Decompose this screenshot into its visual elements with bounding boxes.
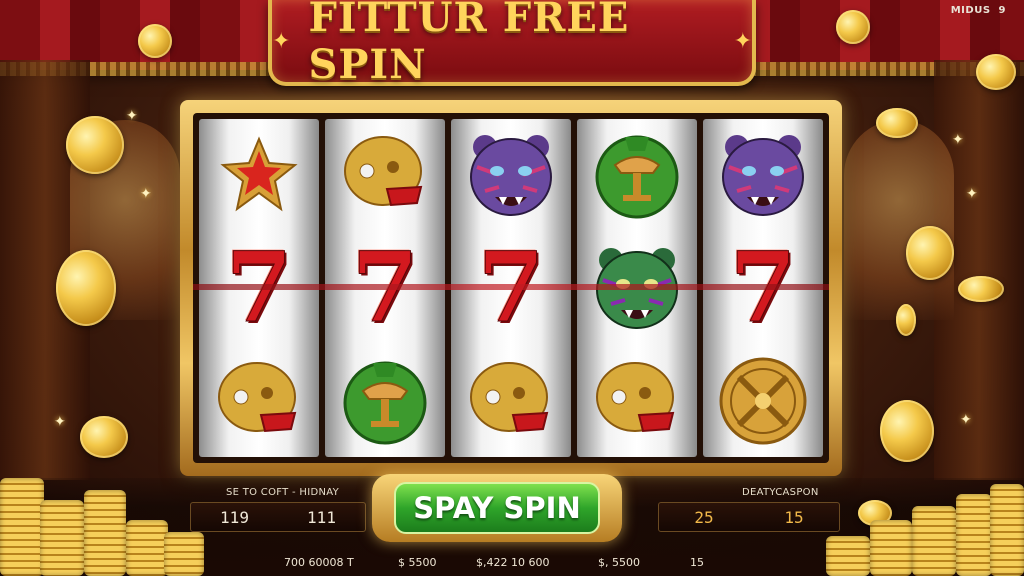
coin-stack-icon	[912, 506, 956, 576]
gold-coin-icon	[138, 24, 172, 58]
corner-badge-number: 9	[998, 5, 1006, 16]
gold-coin-icon	[66, 116, 124, 174]
gold-coin-icon	[976, 54, 1016, 90]
stat-balance: $, 5500	[598, 556, 640, 569]
gold-coin-icon	[876, 108, 918, 138]
gold-skull-helmet-icon	[465, 355, 557, 447]
left-value-2: 111	[307, 507, 336, 527]
coin-stack-icon	[84, 490, 126, 576]
gold-crest-icon	[717, 355, 809, 447]
gold-coin-icon	[906, 226, 954, 280]
sparkle-icon: ✦	[126, 108, 138, 124]
right-panel-label: DEATYCASPON	[742, 487, 819, 498]
sparkle-icon: ✦	[140, 186, 152, 202]
title-banner: ✦ FITTUR FREE SPIN ✦	[268, 0, 756, 88]
spin-button[interactable]: SPAY SPIN	[394, 482, 600, 534]
coin-stack-icon	[826, 536, 870, 576]
coin-stack-icon	[990, 484, 1024, 576]
stat-lines: 15	[690, 556, 704, 569]
coin-stack-icon	[0, 478, 44, 576]
banner-star-icon: ✦	[733, 28, 752, 54]
green-emblem-icon	[339, 355, 431, 447]
payline-marker	[193, 284, 829, 290]
gold-coin-icon	[80, 416, 128, 458]
corner-badge: MIDUS 9	[951, 5, 1006, 16]
sparkle-icon: ✦	[966, 186, 978, 202]
coin-stack-icon	[40, 500, 84, 576]
purple-tiger-icon	[465, 129, 557, 221]
stat-total: 700 60008 T	[284, 556, 354, 569]
coin-stack-icon	[126, 520, 168, 576]
gold-skull-helmet-icon	[591, 355, 683, 447]
stat-win: $,422 10 600	[476, 556, 550, 569]
sparkle-icon: ✦	[54, 414, 66, 430]
star-badge-icon	[213, 129, 305, 221]
coin-stack-icon	[870, 520, 912, 576]
right-value-2: 15	[784, 507, 804, 527]
sparkle-icon: ✦	[960, 412, 972, 428]
corner-badge-label: MIDUS	[950, 5, 991, 16]
game-title: FITTUR FREE SPIN	[308, 0, 630, 88]
gold-skull-helmet-icon	[213, 355, 305, 447]
gold-coin-icon	[56, 250, 116, 326]
stat-bet: $ 5500	[398, 556, 437, 569]
banner-star-icon: ✦	[272, 28, 291, 54]
sparkle-icon: ✦	[952, 132, 964, 148]
coin-stack-icon	[956, 494, 992, 576]
left-value-1: 119	[220, 507, 249, 527]
green-emblem-icon	[591, 129, 683, 221]
gold-coin-icon	[958, 276, 1004, 302]
gold-skull-helmet-icon	[339, 129, 431, 221]
gold-coin-icon	[896, 304, 916, 336]
purple-tiger-icon	[717, 129, 809, 221]
right-arch-glow	[844, 120, 954, 320]
coin-stack-icon	[164, 532, 204, 576]
right-value-display: 25 15	[658, 502, 840, 532]
gold-coin-icon	[880, 400, 934, 462]
left-value-display: 119 111	[190, 502, 366, 532]
gold-coin-icon	[836, 10, 870, 44]
left-panel-label: SE TO COFT - HIDNAY	[226, 487, 340, 498]
right-value-1: 25	[694, 507, 714, 527]
